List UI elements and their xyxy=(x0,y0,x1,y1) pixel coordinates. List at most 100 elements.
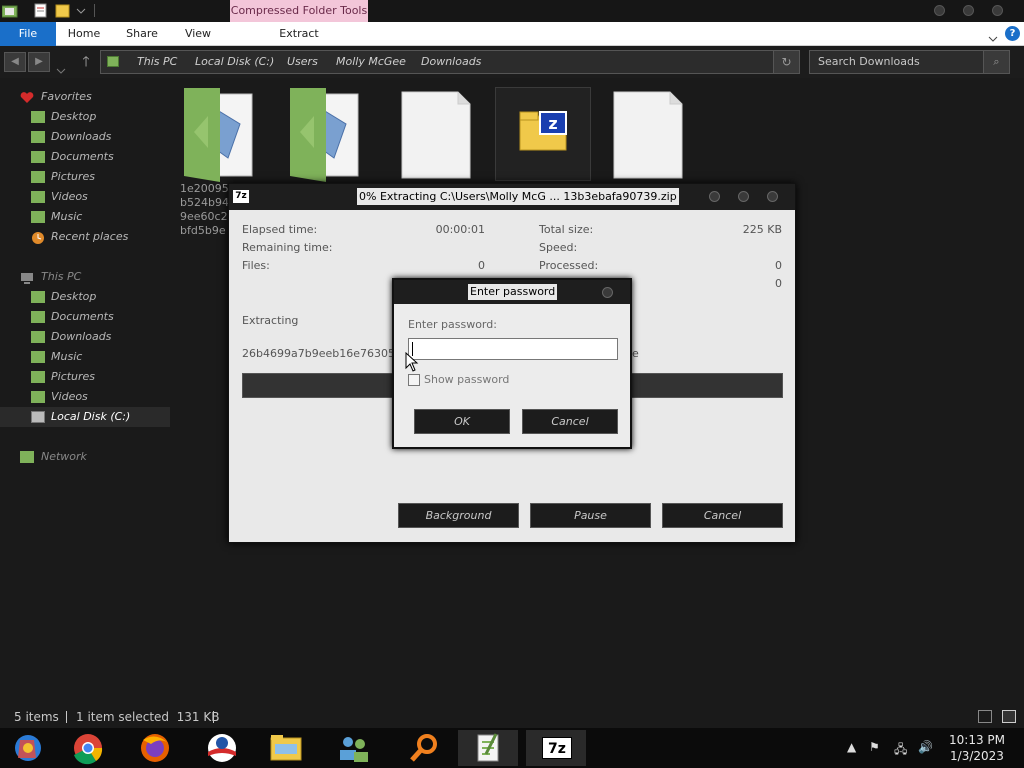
title-separator xyxy=(94,4,95,17)
password-dialog-title: Enter password xyxy=(468,284,558,300)
nav-fav-downloads[interactable]: Downloads xyxy=(0,127,170,147)
breadcrumb-local-disk[interactable]: Local Disk (C:) xyxy=(195,51,274,73)
nav-pc-local-disk[interactable]: Local Disk (C:) xyxy=(0,407,170,427)
search-input[interactable]: Search Downloads ⌕ xyxy=(809,50,1010,74)
nav-pc-desktop[interactable]: Desktop xyxy=(0,287,170,307)
current-file-name: 26b4699a7b9eeb16e76305d84 xyxy=(242,347,416,360)
nav-fav-recent-places[interactable]: Recent places xyxy=(0,227,170,247)
blank-file-icon xyxy=(613,91,683,179)
file-item[interactable] xyxy=(610,90,686,180)
password-dialog-title-bar[interactable]: Enter password xyxy=(394,280,630,304)
file-item[interactable] xyxy=(286,88,362,182)
show-hidden-icons-icon[interactable]: ▲ xyxy=(847,740,856,754)
file-item-selected[interactable]: z xyxy=(495,87,591,181)
close-button[interactable] xyxy=(992,5,1003,16)
nav-pc-pictures[interactable]: Pictures xyxy=(0,367,170,387)
volume-icon[interactable]: 🔊 xyxy=(918,740,933,754)
quick-access-dropdown-icon[interactable] xyxy=(76,3,92,18)
new-folder-icon[interactable] xyxy=(55,3,71,18)
7zip-taskbar-button[interactable]: 7z xyxy=(526,730,586,766)
nav-this-pc[interactable]: This PC xyxy=(0,267,170,287)
recent-locations-icon[interactable] xyxy=(56,60,66,79)
navigation-pane: Favorites Desktop Downloads Documents Pi… xyxy=(0,82,170,702)
firefox-icon[interactable] xyxy=(125,730,185,766)
tab-share[interactable]: Share xyxy=(119,22,165,46)
nav-pc-downloads[interactable]: Downloads xyxy=(0,327,170,347)
maximize-button[interactable] xyxy=(738,191,749,202)
taskbar: 7z ▲ ⚑ 🖧 🔊 10:13 PM 1/3/2023 xyxy=(0,728,1024,768)
obama-logo-icon[interactable] xyxy=(190,730,250,766)
chrome-os-icon[interactable] xyxy=(0,730,60,766)
nav-network[interactable]: Network xyxy=(0,447,170,467)
file-item[interactable] xyxy=(180,88,256,182)
breadcrumb-this-pc[interactable]: This PC xyxy=(137,51,177,73)
close-button[interactable] xyxy=(767,191,778,202)
desktop-icon xyxy=(31,111,45,123)
maximize-button[interactable] xyxy=(963,5,974,16)
back-button[interactable]: ◀ xyxy=(4,52,26,72)
notepad-icon[interactable] xyxy=(458,730,518,766)
properties-icon[interactable] xyxy=(33,3,49,18)
action-center-flag-icon[interactable]: ⚑ xyxy=(869,740,880,754)
show-password-label: Show password xyxy=(424,373,510,386)
breadcrumb-users[interactable]: Users xyxy=(287,51,318,73)
file-item[interactable] xyxy=(398,90,474,180)
7zip-archive-icon: z xyxy=(519,111,567,151)
address-row: ◀ ▶ 🡑 This PC Local Disk (C:) Users Moll… xyxy=(0,46,1024,78)
minimize-button[interactable] xyxy=(934,5,945,16)
system-clock[interactable]: 10:13 PM 1/3/2023 xyxy=(945,732,1009,764)
search-icon[interactable]: ⌕ xyxy=(983,51,1009,73)
chrome-icon[interactable] xyxy=(60,730,120,766)
nav-pc-documents[interactable]: Documents xyxy=(0,307,170,327)
close-button[interactable] xyxy=(602,287,613,298)
file-explorer-icon[interactable] xyxy=(255,730,315,766)
tab-extract[interactable]: Extract xyxy=(230,22,368,46)
processed-label: Processed: xyxy=(539,259,599,272)
cancel-extraction-button[interactable]: Cancel xyxy=(662,503,783,528)
nav-fav-music[interactable]: Music xyxy=(0,207,170,227)
breadcrumb-molly-mcgee[interactable]: Molly McGee xyxy=(336,51,406,73)
nav-fav-pictures[interactable]: Pictures xyxy=(0,167,170,187)
nav-pc-music[interactable]: Music xyxy=(0,347,170,367)
recent-places-icon xyxy=(31,231,45,244)
nav-fav-desktop[interactable]: Desktop xyxy=(0,107,170,127)
extraction-title-bar[interactable]: 7z 0% Extracting C:\Users\Molly McG ... … xyxy=(229,184,795,210)
details-view-icon[interactable] xyxy=(978,710,992,723)
network-people-icon[interactable] xyxy=(322,730,382,766)
breadcrumb-downloads[interactable]: Downloads xyxy=(421,51,481,73)
up-button[interactable]: 🡑 xyxy=(78,52,94,72)
nav-fav-documents[interactable]: Documents xyxy=(0,147,170,167)
tab-file[interactable]: File xyxy=(0,22,56,46)
heart-icon xyxy=(20,91,34,103)
help-icon[interactable]: ? xyxy=(1005,26,1020,41)
pictures-icon xyxy=(31,171,45,183)
nav-favorites[interactable]: Favorites xyxy=(0,87,170,107)
cancel-button[interactable]: Cancel xyxy=(522,409,618,434)
background-button[interactable]: Background xyxy=(398,503,519,528)
tab-home[interactable]: Home xyxy=(62,22,106,46)
network-status-icon[interactable]: 🖧 xyxy=(894,740,907,761)
network-icon xyxy=(20,451,34,463)
nav-fav-videos[interactable]: Videos xyxy=(0,187,170,207)
documents-icon xyxy=(31,151,45,163)
address-bar[interactable]: This PC Local Disk (C:) Users Molly McGe… xyxy=(100,50,800,74)
minimize-button[interactable] xyxy=(709,191,720,202)
nav-pc-videos[interactable]: Videos xyxy=(0,387,170,407)
compressed-file-icon xyxy=(290,88,359,182)
ok-button[interactable]: OK xyxy=(414,409,510,434)
refresh-icon[interactable]: ↻ xyxy=(773,51,799,73)
file-name: 1e20095 b524b94 9ee60c2 bfd5b9e xyxy=(180,182,229,237)
pause-button[interactable]: Pause xyxy=(530,503,651,528)
svg-text:z: z xyxy=(548,114,557,133)
tab-view[interactable]: View xyxy=(177,22,219,46)
folder-icon xyxy=(107,56,119,67)
clock-time: 10:13 PM xyxy=(949,733,1005,747)
password-input[interactable] xyxy=(408,338,618,360)
explorer-window-icon[interactable] xyxy=(1,3,18,18)
packed-size-value: 0 xyxy=(775,277,782,290)
large-icons-view-icon[interactable] xyxy=(1002,710,1016,723)
forward-button[interactable]: ▶ xyxy=(28,52,50,72)
selection-info: 1 item selected 131 KB xyxy=(76,710,220,724)
processed-value: 0 xyxy=(775,259,782,272)
search-magnifier-icon[interactable] xyxy=(393,730,453,766)
